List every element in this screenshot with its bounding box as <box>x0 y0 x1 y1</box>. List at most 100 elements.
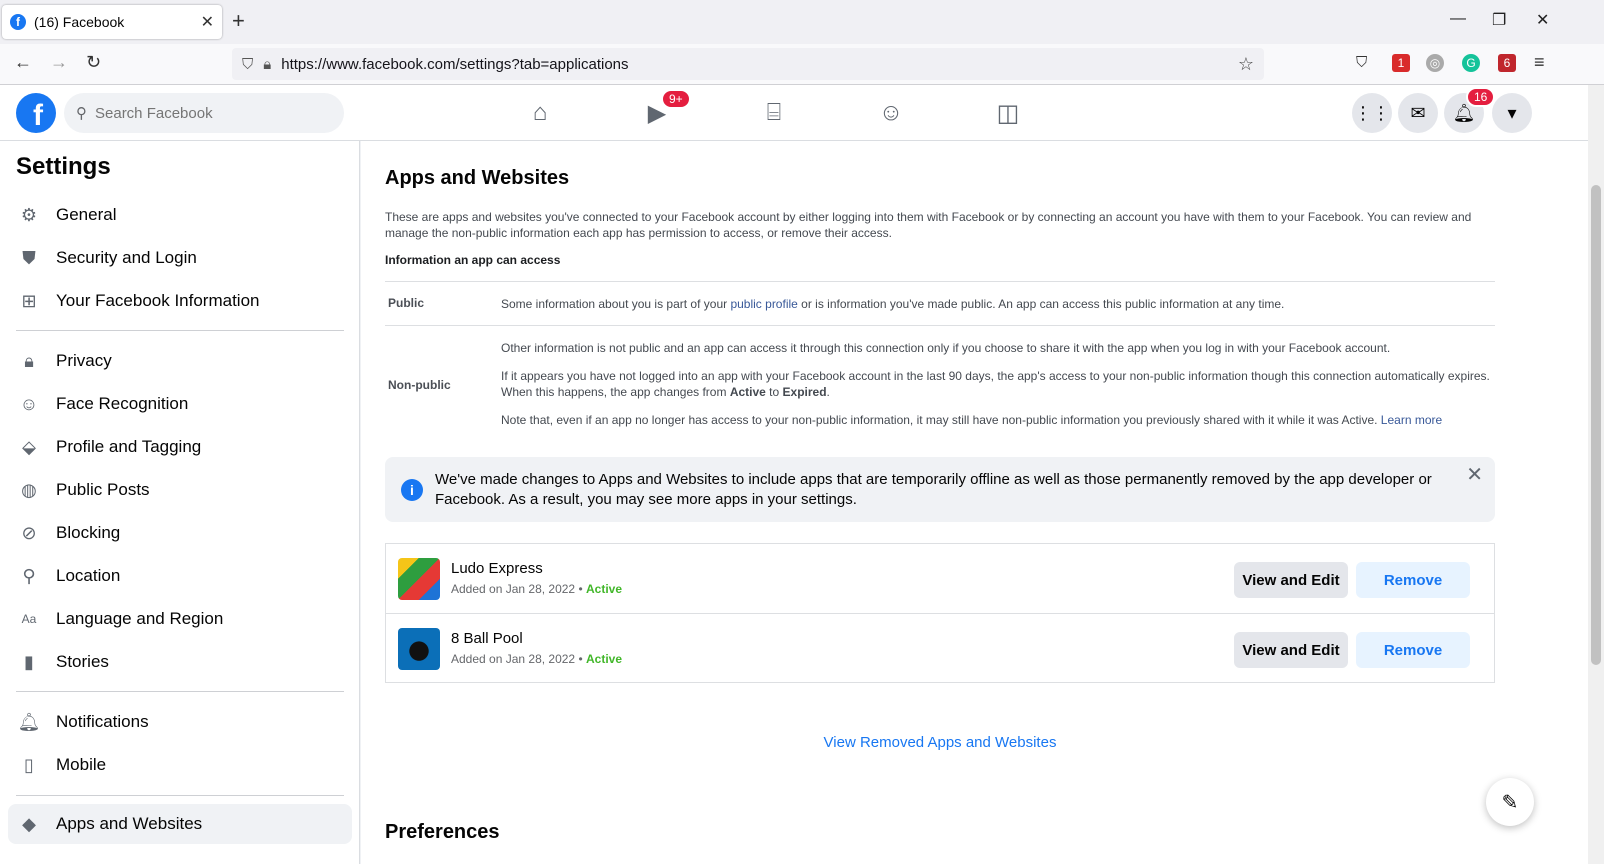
app-name: 8 Ball Pool <box>451 630 523 647</box>
lock-icon: 🔒︎ <box>24 350 34 371</box>
restore-icon[interactable]: ❐ <box>1492 10 1506 30</box>
menu-icon[interactable]: ≡ <box>1534 52 1545 73</box>
close-tab-icon[interactable]: ✕ <box>201 12 214 32</box>
search-input[interactable] <box>95 104 315 122</box>
sidebar-divider <box>16 795 344 796</box>
app-added-date: Added on Jan 28, 2022 <box>451 652 576 666</box>
language-icon: Aa <box>21 612 37 626</box>
app-list: Ludo Express Added on Jan 28, 2022 • Act… <box>385 543 1495 683</box>
page-scrollbar[interactable] <box>1588 85 1604 864</box>
sidebar-item-location[interactable]: ⚲ Location <box>8 556 352 596</box>
globe-icon: ◍ <box>21 479 37 500</box>
gaming-nav-icon[interactable]: ◫ <box>952 85 1064 141</box>
public-text: Some information about you is part of yo… <box>501 297 731 311</box>
scrollbar-thumb[interactable] <box>1591 185 1601 665</box>
account-dropdown-icon[interactable]: ▾ <box>1492 93 1532 133</box>
app-meta: Added on Jan 28, 2022 • Active <box>451 582 622 596</box>
sidebar-item-privacy[interactable]: 🔒︎ Privacy <box>8 341 352 381</box>
bell-icon: 🔔︎ <box>17 711 41 732</box>
book-icon: ▮ <box>24 651 34 672</box>
shield-icon: ⛊ <box>22 247 36 268</box>
address-bar[interactable]: ⛉ 🔒︎ https://www.facebook.com/settings?t… <box>232 48 1264 80</box>
nonpublic-text: . <box>826 385 830 399</box>
sidebar-item-mobile[interactable]: ▯ Mobile <box>8 745 352 785</box>
minimize-icon[interactable]: — <box>1450 10 1466 28</box>
app-name: Ludo Express <box>451 560 543 577</box>
bookmark-star-icon[interactable]: ☆ <box>1238 54 1254 75</box>
sidebar-item-blocking[interactable]: ⊘ Blocking <box>8 513 352 553</box>
learn-more-link[interactable]: Learn more <box>1381 413 1442 427</box>
sidebar-item-label: Security and Login <box>56 248 197 267</box>
nonpublic-text: Note that, even if an app no longer has … <box>501 413 1381 427</box>
sidebar-item-face-recognition[interactable]: ☺ Face Recognition <box>8 384 352 424</box>
search-box[interactable]: ⚲ <box>64 93 344 133</box>
sidebar-item-language-and-region[interactable]: Aa Language and Region <box>8 599 352 639</box>
tab-title: (16) Facebook <box>34 14 125 30</box>
sidebar-item-profile-and-tagging[interactable]: ⬙ Profile and Tagging <box>8 427 352 467</box>
app-added-date: Added on Jan 28, 2022 <box>451 582 576 596</box>
back-icon[interactable]: ← <box>14 52 32 73</box>
nonpublic-text: to <box>765 385 783 399</box>
grammarly-icon[interactable]: G <box>1462 54 1480 72</box>
sidebar-item-label: Language and Region <box>56 609 224 628</box>
forward-icon[interactable]: → <box>50 52 68 73</box>
reload-icon[interactable]: ↻ <box>86 52 101 73</box>
meta-separator: • <box>575 652 586 666</box>
sidebar-divider <box>16 330 344 331</box>
home-nav-icon[interactable]: ⌂ <box>484 85 596 141</box>
meta-separator: • <box>575 582 586 596</box>
search-icon: ⚲ <box>76 105 87 122</box>
lock-icon: 🔒︎ <box>263 55 272 73</box>
sidebar-item-your-facebook-information[interactable]: ⊞ Your Facebook Information <box>8 281 352 321</box>
gear-icon: ⚙ <box>20 204 38 225</box>
groups-nav-icon[interactable]: ☺ <box>835 85 947 141</box>
sidebar-item-general[interactable]: ⚙ General <box>8 195 352 235</box>
face-icon: ☺ <box>19 393 39 414</box>
remove-button[interactable]: Remove <box>1356 632 1470 668</box>
shield-icon[interactable]: ⛉ <box>242 56 253 73</box>
close-notice-icon[interactable]: ✕ <box>1466 465 1483 485</box>
ublock-icon[interactable]: 6 <box>1498 54 1516 72</box>
facebook-header: f ⚲ ⌂ ▶︎ 9+ ⌸ ☺ ◫ ⋮⋮ ✉ 🔔︎ 16 ▾ <box>0 85 1588 141</box>
info-heading: Information an app can access <box>385 253 561 267</box>
marketplace-nav-icon[interactable]: ⌸ <box>718 85 830 141</box>
close-window-icon[interactable]: ✕ <box>1536 10 1549 30</box>
browser-tab[interactable]: f (16) Facebook ✕ <box>2 5 222 39</box>
pocket-icon[interactable]: ⛉ <box>1356 54 1367 71</box>
sidebar-item-apps-and-websites[interactable]: ◆ Apps and Websites <box>8 804 352 844</box>
sidebar-item-notifications[interactable]: 🔔︎ Notifications <box>8 702 352 742</box>
new-tab-icon[interactable]: + <box>232 8 245 34</box>
ludo-express-app-icon <box>398 558 440 600</box>
sidebar-item-security[interactable]: ⛊ Security and Login <box>8 238 352 278</box>
menu-grid-icon[interactable]: ⋮⋮ <box>1352 93 1392 133</box>
sidebar-item-label: Your Facebook Information <box>56 291 260 310</box>
grid-icon: ⊞ <box>21 290 37 311</box>
public-profile-link[interactable]: public profile <box>730 297 797 311</box>
notifications-bell-icon[interactable]: 🔔︎ 16 <box>1444 87 1496 133</box>
sidebar-title: Settings <box>16 153 111 180</box>
sidebar-item-stories[interactable]: ▮ Stories <box>8 642 352 682</box>
extension-1-icon[interactable]: 1 <box>1392 54 1410 72</box>
remove-button[interactable]: Remove <box>1356 562 1470 598</box>
block-user-icon: ⊘ <box>21 522 37 543</box>
sidebar-item-label: Public Posts <box>56 480 150 499</box>
watch-nav-icon[interactable]: ▶︎ 9+ <box>601 85 713 141</box>
view-and-edit-button[interactable]: View and Edit <box>1234 632 1348 668</box>
messenger-icon[interactable]: ✉ <box>1398 93 1438 133</box>
facebook-logo-icon[interactable]: f <box>16 93 56 133</box>
url-text[interactable]: https://www.facebook.com/settings?tab=ap… <box>281 56 628 73</box>
preferences-heading: Preferences <box>385 821 500 843</box>
phone-icon: ▯ <box>24 754 34 775</box>
8-ball-pool-app-icon <box>398 628 440 670</box>
page-title: Apps and Websites <box>385 167 570 189</box>
sidebar-divider <box>16 691 344 692</box>
new-message-compose-icon[interactable]: ✎ <box>1486 778 1534 826</box>
view-and-edit-button[interactable]: View and Edit <box>1234 562 1348 598</box>
sidebar-item-label: Face Recognition <box>56 394 189 413</box>
sidebar-item-label: Privacy <box>56 351 112 370</box>
view-removed-apps-link[interactable]: View Removed Apps and Websites <box>361 734 1519 751</box>
globe-extension-icon[interactable]: ◎ <box>1426 54 1444 72</box>
nonpublic-p1: Other information is not public and an a… <box>501 341 1391 355</box>
browser-tab-bar: f (16) Facebook ✕ + — ❐ ✕ <box>0 0 1604 44</box>
sidebar-item-public-posts[interactable]: ◍ Public Posts <box>8 470 352 510</box>
